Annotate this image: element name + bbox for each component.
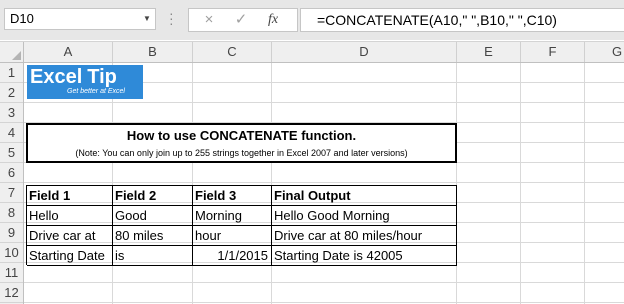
row-header-11[interactable]: 11	[0, 263, 23, 283]
name-box[interactable]: D10	[4, 8, 156, 30]
drag-handle-icon[interactable]: · · ·	[169, 6, 174, 30]
logo-excel: Excel	[30, 66, 83, 88]
table-cell[interactable]: Starting Date	[27, 246, 113, 266]
column-header-b[interactable]: B	[113, 42, 193, 62]
table-cell[interactable]: 80 miles	[113, 226, 193, 246]
table-cell[interactable]: 1/1/2015	[193, 246, 272, 266]
table-cell[interactable]: Drive car at 80 miles/hour	[272, 226, 457, 246]
grid-line	[584, 63, 585, 304]
table-cell[interactable]: hour	[193, 226, 272, 246]
table-cell[interactable]: Starting Date is 42005	[272, 246, 457, 266]
column-header-f[interactable]: F	[521, 42, 585, 62]
row-header-10[interactable]: 10	[0, 243, 23, 263]
title-note: (Note: You can only join up to 255 strin…	[75, 148, 408, 158]
table-cell[interactable]: is	[113, 246, 193, 266]
formula-buttons: × ✓ fx	[188, 8, 298, 32]
formula-bar: D10 ▼ · · · × ✓ fx =CONCATENATE(A10," ",B1…	[0, 0, 624, 40]
row-headers: 1 2 3 4 5 6 7 8 9 10 11 12	[0, 63, 24, 304]
grid-line	[24, 282, 624, 283]
title-box: How to use CONCATENATE function. (Note: …	[26, 123, 457, 163]
logo-tagline: Get better at Excel	[67, 88, 125, 95]
table-header-cell[interactable]: Field 1	[27, 186, 113, 206]
logo-tip: Tip	[87, 66, 117, 88]
row-header-4[interactable]: 4	[0, 123, 23, 143]
column-header-d[interactable]: D	[272, 42, 457, 62]
select-all-button[interactable]	[0, 42, 24, 62]
enter-icon[interactable]: ✓	[229, 10, 253, 30]
data-table: Field 1 Field 2 Field 3 Final Output Hel…	[26, 185, 457, 266]
row-header-5[interactable]: 5	[0, 143, 23, 163]
exceltip-logo: Excel Tip Get better at Excel	[27, 65, 143, 99]
insert-function-icon[interactable]: fx	[261, 10, 285, 30]
grid-line	[24, 182, 624, 183]
grid-line	[24, 102, 624, 103]
formula-input[interactable]: =CONCATENATE(A10," ",B10," ",C10)	[300, 8, 624, 32]
table-cell[interactable]: Hello Good Morning	[272, 206, 457, 226]
grid-line	[271, 63, 272, 304]
table-cell[interactable]: Morning	[193, 206, 272, 226]
chevron-down-icon[interactable]: ▼	[140, 8, 154, 30]
row-header-6[interactable]: 6	[0, 163, 23, 183]
row-header-9[interactable]: 9	[0, 223, 23, 243]
row-header-12[interactable]: 12	[0, 283, 23, 303]
cell-grid[interactable]	[24, 63, 624, 304]
row-header-2[interactable]: 2	[0, 83, 23, 103]
table-cell[interactable]: Hello	[27, 206, 113, 226]
grid-line	[456, 63, 457, 304]
cancel-icon[interactable]: ×	[197, 10, 221, 30]
table-header-cell[interactable]: Final Output	[272, 186, 457, 206]
table-cell[interactable]: Good	[113, 206, 193, 226]
column-headers: A B C D E F G	[0, 41, 624, 63]
row-header-7[interactable]: 7	[0, 183, 23, 203]
column-header-e[interactable]: E	[457, 42, 521, 62]
column-header-a[interactable]: A	[24, 42, 113, 62]
row-header-1[interactable]: 1	[0, 63, 23, 83]
grid-line	[520, 63, 521, 304]
table-cell[interactable]: Drive car at	[27, 226, 113, 246]
grid-line	[112, 63, 113, 304]
logo-text: Excel Tip	[30, 66, 117, 88]
column-header-c[interactable]: C	[193, 42, 272, 62]
grid-line	[24, 302, 624, 303]
grid-line	[192, 63, 193, 304]
select-all-triangle-icon	[12, 51, 21, 60]
table-header-cell[interactable]: Field 3	[193, 186, 272, 206]
page-title: How to use CONCATENATE function.	[126, 128, 357, 143]
column-header-g[interactable]: G	[585, 42, 624, 62]
row-header-8[interactable]: 8	[0, 203, 23, 223]
row-header-3[interactable]: 3	[0, 103, 23, 123]
table-header-cell[interactable]: Field 2	[113, 186, 193, 206]
